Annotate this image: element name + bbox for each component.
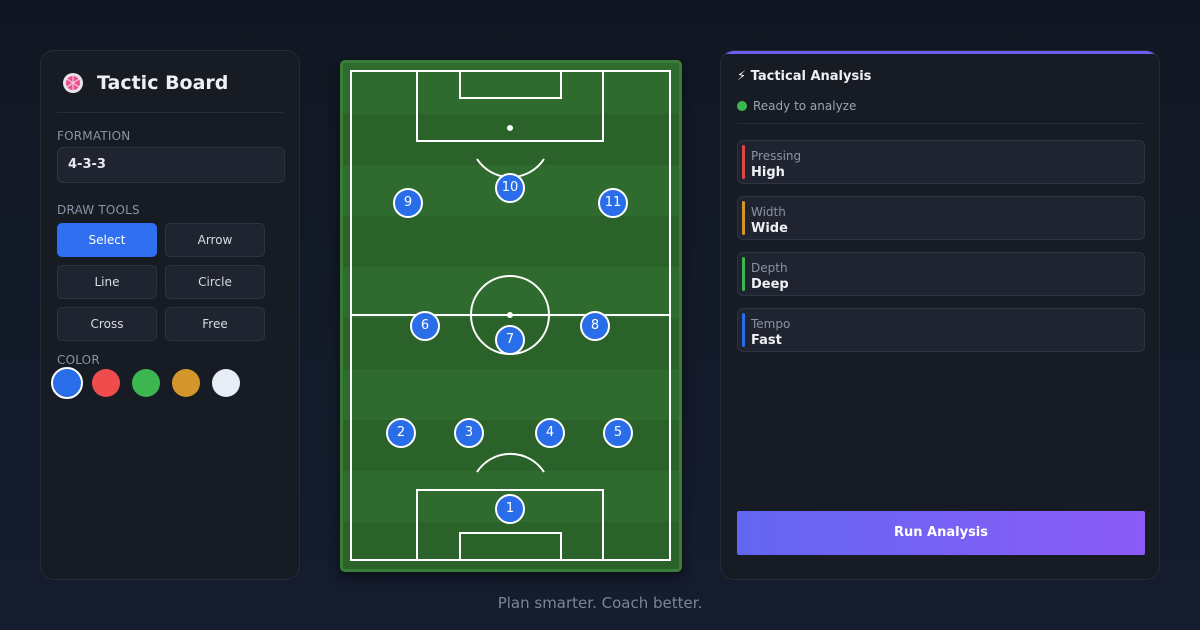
accent-bar <box>721 51 1159 54</box>
app-title: Tactic Board <box>97 72 229 94</box>
metric-color-bar <box>742 145 745 179</box>
football-pitch[interactable]: 1 2 3 4 5 6 7 8 9 10 11 <box>340 60 682 572</box>
metric-value: Wide <box>751 221 788 236</box>
formation-label: FORMATION <box>57 129 131 143</box>
tagline: Plan smarter. Coach better. <box>497 594 703 612</box>
color-swatch-red[interactable] <box>92 369 120 397</box>
tool-select-button[interactable]: Select <box>57 223 157 257</box>
brand: Tactic Board <box>61 71 228 95</box>
player-token-6[interactable]: 6 <box>410 311 440 341</box>
metric-label: Depth <box>751 261 788 275</box>
metric-value: High <box>751 165 785 180</box>
analysis-title: ⚡ Tactical Analysis <box>737 69 872 84</box>
soccer-ball-icon <box>61 71 85 95</box>
player-token-9[interactable]: 9 <box>393 188 423 218</box>
metric-value: Fast <box>751 333 782 348</box>
formation-select[interactable]: 4-3-3 <box>57 147 285 183</box>
tactical-analysis-panel: ⚡ Tactical Analysis Ready to analyze Pre… <box>720 50 1160 580</box>
metric-label: Tempo <box>751 317 791 331</box>
divider <box>737 123 1143 124</box>
player-token-10[interactable]: 10 <box>495 173 525 203</box>
tactic-board-sidebar: Tactic Board FORMATION 4-3-3 DRAW TOOLS … <box>40 50 300 580</box>
metric-card-pressing: Pressing High <box>737 140 1145 184</box>
metric-label: Pressing <box>751 149 802 163</box>
color-swatch-orange[interactable] <box>172 369 200 397</box>
color-label: COLOR <box>57 353 100 367</box>
tool-free-button[interactable]: Free <box>165 307 265 341</box>
draw-tools-label: DRAW TOOLS <box>57 203 140 217</box>
status-dot-icon <box>737 101 747 111</box>
player-token-8[interactable]: 8 <box>580 311 610 341</box>
metric-color-bar <box>742 257 745 291</box>
run-analysis-button[interactable]: Run Analysis <box>737 511 1145 555</box>
color-swatch-white[interactable] <box>212 369 240 397</box>
player-token-1[interactable]: 1 <box>495 494 525 524</box>
metric-card-depth: Depth Deep <box>737 252 1145 296</box>
divider <box>57 112 283 113</box>
player-token-7[interactable]: 7 <box>495 325 525 355</box>
player-token-2[interactable]: 2 <box>386 418 416 448</box>
player-token-3[interactable]: 3 <box>454 418 484 448</box>
status-text: Ready to analyze <box>753 99 857 113</box>
tool-circle-button[interactable]: Circle <box>165 265 265 299</box>
player-token-11[interactable]: 11 <box>598 188 628 218</box>
metric-color-bar <box>742 201 745 235</box>
metric-card-tempo: Tempo Fast <box>737 308 1145 352</box>
metric-value: Deep <box>751 277 789 292</box>
player-token-4[interactable]: 4 <box>535 418 565 448</box>
metric-card-width: Width Wide <box>737 196 1145 240</box>
player-token-5[interactable]: 5 <box>603 418 633 448</box>
analysis-status: Ready to analyze <box>737 99 856 113</box>
tool-line-button[interactable]: Line <box>57 265 157 299</box>
metric-color-bar <box>742 313 745 347</box>
tool-arrow-button[interactable]: Arrow <box>165 223 265 257</box>
color-swatch-green[interactable] <box>132 369 160 397</box>
metric-label: Width <box>751 205 786 219</box>
tool-cross-button[interactable]: Cross <box>57 307 157 341</box>
color-swatch-blue[interactable] <box>51 367 83 399</box>
